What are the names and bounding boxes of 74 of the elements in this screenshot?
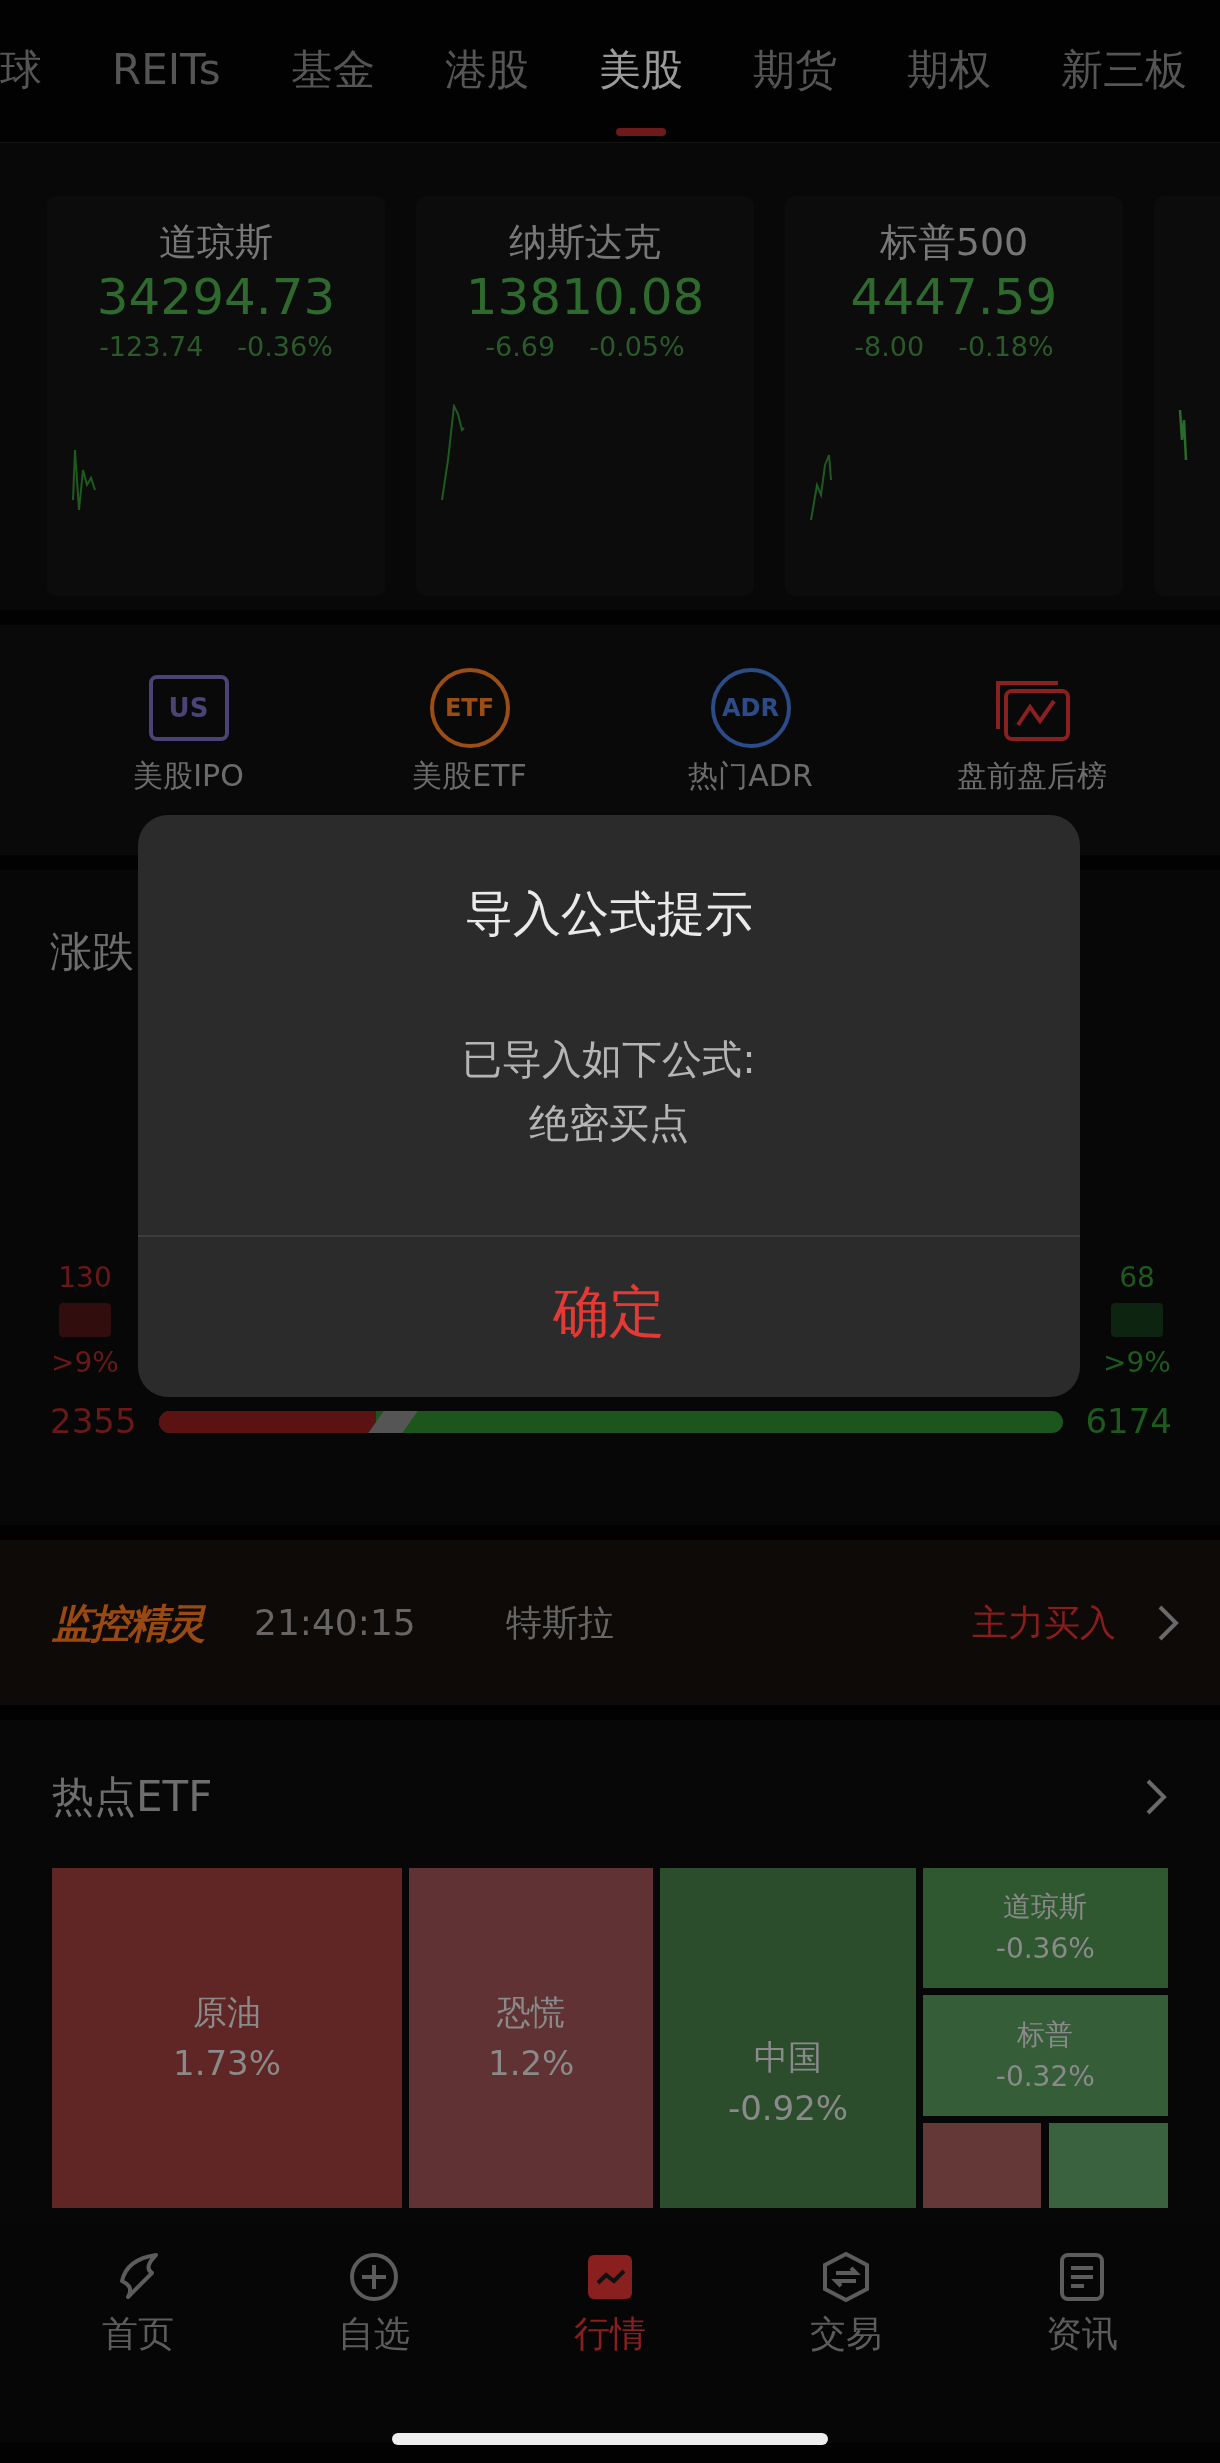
confirm-button[interactable]: 确定	[138, 1237, 1080, 1387]
tile-name: 道琼斯	[1003, 1889, 1088, 1926]
sparkline-chart	[1178, 408, 1188, 462]
nav-tab[interactable]: 行情	[492, 2245, 728, 2405]
market-tab[interactable]: 期货	[752, 0, 837, 140]
nav-tab[interactable]: 资讯	[964, 2245, 1200, 2405]
section-title: 热点ETF	[52, 1771, 213, 1823]
etf-icon: ETF	[429, 668, 510, 748]
range-label: >9%	[1102, 1345, 1172, 1382]
index-card[interactable]: 纳斯达克 13810.08 -6.69 -0.05%	[416, 196, 754, 596]
tile-name: 中国	[754, 2036, 822, 2079]
up-count: 2355	[50, 1400, 137, 1444]
histogram-bar	[59, 1303, 111, 1338]
tile-name: 恐慌	[497, 1991, 566, 2034]
market-tab[interactable]: 球	[0, 0, 42, 140]
index-change: -123.74	[99, 330, 204, 365]
down-count: 6174	[1085, 1400, 1172, 1444]
histogram-bar	[1111, 1303, 1163, 1338]
dialog-message: 绝密买点	[528, 1099, 690, 1148]
index-name: 纳斯达克	[508, 219, 662, 266]
market-tab[interactable]: REITs	[112, 0, 221, 140]
index-value: 34294.73	[95, 267, 337, 328]
count-label: 130	[57, 1260, 113, 1296]
tile-name: 原油	[193, 1991, 261, 2034]
dialog-message: 已导入如下公式:	[461, 1035, 757, 1084]
shortcut-label[interactable]: 美股ETF	[412, 753, 527, 798]
us-icon: US	[148, 675, 229, 741]
shortcut-label[interactable]: 美股IPO	[133, 753, 244, 798]
index-change: -8.00	[854, 330, 925, 365]
alert-time: 21:40:15	[254, 1600, 416, 1645]
nav-tab[interactable]: 自选	[256, 2245, 492, 2405]
treemap-tile[interactable]: 中国 -0.92%	[660, 1868, 916, 2208]
treemap-tile[interactable]	[922, 2122, 1042, 2208]
market-tab[interactable]: 基金	[290, 0, 375, 140]
tile-change: 1.2%	[488, 2042, 575, 2085]
shortcut-label[interactable]: 盘前盘后榜	[956, 753, 1107, 798]
count-label: 68	[1118, 1260, 1156, 1296]
adr-icon: ADR	[710, 668, 791, 748]
index-value: 13810.08	[464, 267, 706, 328]
treemap-tile[interactable]	[1049, 2122, 1168, 2208]
tile-change: -0.92%	[727, 2087, 849, 2130]
range-label: >9%	[50, 1345, 120, 1382]
tile-change: -0.32%	[995, 2058, 1095, 2095]
hexagon-arrows-icon	[820, 2251, 872, 2303]
index-change: -6.69	[485, 330, 556, 365]
treemap-tile[interactable]: 标普 -0.32%	[922, 1995, 1168, 2116]
index-card[interactable]: 标普500 4447.59 -8.00 -0.18%	[785, 196, 1123, 596]
index-name: 道琼斯	[158, 219, 274, 266]
treemap-tile[interactable]: 恐慌 1.2%	[409, 1868, 654, 2208]
index-card[interactable]: 道琼斯 34294.73 -123.74 -0.36%	[47, 196, 385, 596]
tile-name: 标普	[1017, 2016, 1074, 2053]
index-percent: -0.18%	[958, 330, 1054, 365]
shortcut-label[interactable]: 热门ADR	[688, 753, 813, 798]
dialog-title: 导入公式提示	[464, 884, 754, 943]
tile-change: 1.73%	[173, 2042, 281, 2085]
market-tab[interactable]: 美股	[598, 0, 683, 140]
nav-tab[interactable]: 交易	[728, 2245, 964, 2405]
monitor-logo: 监控精灵	[52, 1598, 204, 1648]
market-tab[interactable]: 期权	[906, 0, 991, 140]
index-percent: -0.05%	[589, 330, 685, 365]
nav-tab[interactable]: 首页	[20, 2245, 256, 2405]
treemap-tile[interactable]: 原油 1.73%	[52, 1868, 403, 2208]
market-tab[interactable]: 新三板	[1060, 0, 1187, 140]
stock-name: 特斯拉	[505, 1600, 614, 1645]
market-tab[interactable]: 港股	[444, 0, 529, 140]
treemap-tile[interactable]: 道琼斯 -0.36%	[922, 1868, 1168, 1989]
index-name: 标普500	[878, 219, 1030, 266]
section-title: 涨跌	[50, 926, 135, 978]
index-percent: -0.36%	[237, 330, 333, 365]
tile-change: -0.36%	[995, 1931, 1095, 1968]
index-value: 4447.59	[849, 267, 1059, 328]
sparkline-chart	[71, 447, 97, 512]
alert-signal: 主力买入	[972, 1600, 1116, 1645]
plus-circle-icon	[348, 2251, 400, 2303]
